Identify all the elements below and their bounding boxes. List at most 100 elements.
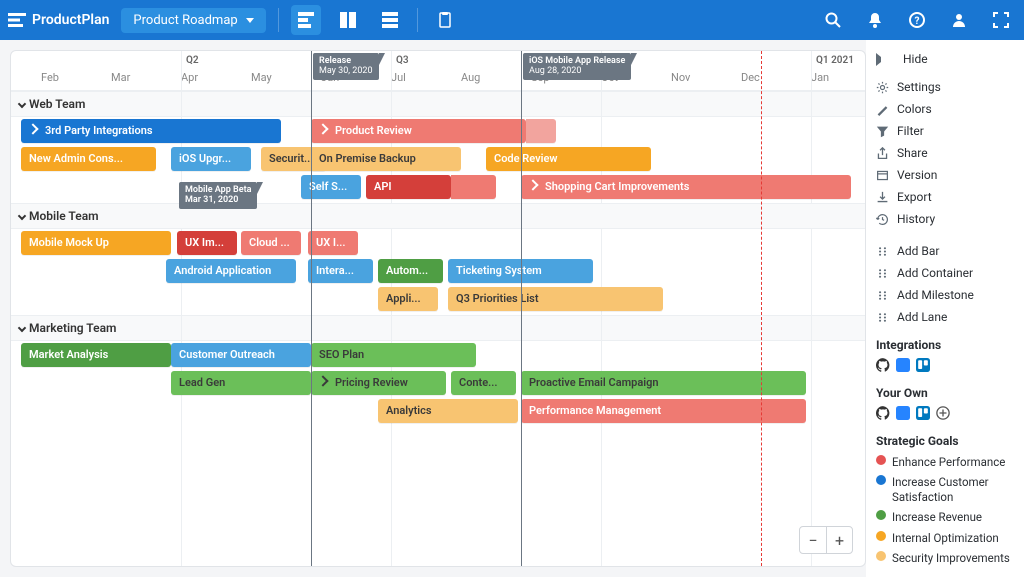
bar-label: iOS Upgr... bbox=[179, 152, 231, 165]
roadmap-bar[interactable]: Intera... bbox=[308, 259, 373, 283]
goal-label: Security Improvements bbox=[892, 551, 1010, 565]
today-line bbox=[761, 51, 762, 566]
milestone-flag[interactable]: Mobile App BetaMar 31, 2020 bbox=[179, 182, 257, 209]
roadmap-bar[interactable]: UX Im... bbox=[177, 231, 237, 255]
roadmap-bar[interactable]: Analytics bbox=[378, 399, 518, 423]
lane-title: Web Team bbox=[29, 97, 85, 111]
lane-header-marketing[interactable]: Marketing Team bbox=[11, 315, 865, 341]
bar-label: Product Review bbox=[335, 124, 412, 137]
jira-icon[interactable] bbox=[896, 358, 910, 372]
month-label: Feb bbox=[41, 71, 59, 84]
github-icon[interactable] bbox=[876, 358, 890, 372]
bar-label: Appli... bbox=[386, 292, 421, 305]
roadmap-bar[interactable]: Cloud ... bbox=[241, 231, 301, 255]
lane-header-web[interactable]: Web Team bbox=[11, 91, 865, 117]
your-own-icons bbox=[876, 404, 1014, 424]
side-colors-row[interactable]: Colors bbox=[876, 98, 1014, 120]
side-filter-row[interactable]: Filter bbox=[876, 120, 1014, 142]
caret-right-icon bbox=[876, 53, 889, 66]
side-version-row[interactable]: Version bbox=[876, 164, 1014, 186]
roadmap-bar[interactable]: 3rd Party Integrations bbox=[21, 119, 281, 143]
roadmap-bar[interactable]: Autom... bbox=[378, 259, 443, 283]
view-board-button[interactable] bbox=[333, 5, 363, 35]
add-integration-icon[interactable] bbox=[936, 406, 950, 420]
side-item-label: Add Bar bbox=[897, 244, 939, 258]
roadmap-bar[interactable]: Self S... bbox=[301, 175, 361, 199]
view-timeline-button[interactable] bbox=[291, 5, 321, 35]
side-add-bar-row[interactable]: Add Bar bbox=[876, 240, 1014, 262]
roadmap-bar-tail[interactable] bbox=[451, 175, 496, 199]
milestone-flag[interactable]: iOS Mobile App ReleaseAug 28, 2020 bbox=[523, 53, 631, 80]
trello-icon[interactable] bbox=[916, 406, 930, 420]
bar-label: Autom... bbox=[386, 264, 428, 277]
clipboard-button[interactable] bbox=[430, 5, 460, 35]
brand-text: ProductPlan bbox=[32, 12, 109, 28]
side-add-milestone-row[interactable]: Add Milestone bbox=[876, 284, 1014, 306]
roadmap-bar[interactable]: iOS Upgr... bbox=[171, 147, 251, 171]
side-settings-row[interactable]: Settings bbox=[876, 76, 1014, 98]
milestone-flag[interactable]: ReleaseMay 30, 2020 bbox=[313, 53, 379, 80]
goal-row[interactable]: Security Improvements bbox=[876, 548, 1014, 568]
roadmap-bar[interactable]: Mobile Mock Up bbox=[21, 231, 171, 255]
side-share-row[interactable]: Share bbox=[876, 142, 1014, 164]
jira-icon[interactable] bbox=[896, 406, 910, 420]
zoom-in-button[interactable]: + bbox=[826, 527, 852, 553]
roadmap-bar[interactable]: Customer Outreach bbox=[171, 343, 311, 367]
bar-label: Analytics bbox=[386, 404, 432, 417]
help-button[interactable]: ? bbox=[902, 5, 932, 35]
roadmap-bar[interactable]: Appli... bbox=[378, 287, 438, 311]
legend-dot-icon bbox=[876, 531, 886, 541]
brand[interactable]: ProductPlan bbox=[8, 12, 109, 28]
roadmap-bar[interactable]: Market Analysis bbox=[21, 343, 171, 367]
roadmap-bar[interactable]: Lead Gen bbox=[171, 371, 311, 395]
side-item-label: Add Lane bbox=[897, 310, 947, 324]
roadmap-bar[interactable]: Conte... bbox=[451, 371, 516, 395]
side-export-row[interactable]: Export bbox=[876, 186, 1014, 208]
roadmap-bar[interactable]: Performance Management bbox=[521, 399, 806, 423]
roadmap-board[interactable]: FebMarAprMayJunJulAugSepOctNovDecJanQ2Q3… bbox=[10, 50, 866, 567]
lane-header-mobile[interactable]: Mobile TeamMobile App BetaMar 31, 2020 bbox=[11, 203, 865, 229]
roadmap-bar[interactable]: Q3 Priorities List bbox=[448, 287, 663, 311]
goal-row[interactable]: Increase Customer Satisfaction bbox=[876, 472, 1014, 507]
github-icon[interactable] bbox=[876, 406, 890, 420]
side-add-lane-row[interactable]: Add Lane bbox=[876, 306, 1014, 328]
roadmap-bar[interactable]: Proactive Email Campaign bbox=[521, 371, 806, 395]
roadmap-bar[interactable]: On Premise Backup bbox=[311, 147, 461, 171]
trello-icon[interactable] bbox=[916, 358, 930, 372]
roadmap-bar[interactable]: API bbox=[366, 175, 451, 199]
roadmap-bar[interactable]: Pricing Review bbox=[311, 371, 446, 395]
roadmap-bar[interactable]: Code Review bbox=[486, 147, 651, 171]
bar-label: Market Analysis bbox=[29, 348, 108, 361]
account-button[interactable] bbox=[944, 5, 974, 35]
strategic-goals-header: Strategic Goals bbox=[876, 434, 1014, 448]
roadmap-bar[interactable]: Android Application bbox=[166, 259, 296, 283]
search-button[interactable] bbox=[818, 5, 848, 35]
side-history-row[interactable]: History bbox=[876, 208, 1014, 230]
goal-row[interactable]: Enhance Performance bbox=[876, 452, 1014, 472]
topbar: ProductPlan Product Roadmap ? bbox=[0, 0, 1024, 40]
hide-panel-row[interactable]: Hide bbox=[876, 48, 1014, 70]
colors-icon bbox=[876, 103, 889, 116]
chevron-down-icon bbox=[18, 324, 26, 332]
plan-selector[interactable]: Product Roadmap bbox=[121, 8, 265, 33]
quarter-label: Q3 bbox=[391, 55, 409, 87]
goal-row[interactable]: Increase Revenue bbox=[876, 507, 1014, 527]
side-add-container-row[interactable]: Add Container bbox=[876, 262, 1014, 284]
roadmap-bar[interactable]: UX I... bbox=[308, 231, 358, 255]
view-table-button[interactable] bbox=[375, 5, 405, 35]
notifications-button[interactable] bbox=[860, 5, 890, 35]
roadmap-bar-tail[interactable] bbox=[526, 119, 556, 143]
fullscreen-button[interactable] bbox=[986, 5, 1016, 35]
goal-row[interactable]: Internal Optimization bbox=[876, 528, 1014, 548]
zoom-out-button[interactable]: − bbox=[800, 527, 826, 553]
roadmap-bar[interactable]: SEO Plan bbox=[311, 343, 476, 367]
roadmap-bar[interactable]: Product Review bbox=[311, 119, 526, 143]
export-icon bbox=[876, 191, 889, 204]
integrations-icons bbox=[876, 356, 1014, 376]
month-label: Aug bbox=[461, 71, 480, 84]
roadmap-bar[interactable]: New Admin Cons... bbox=[21, 147, 156, 171]
brand-logo-icon bbox=[8, 13, 26, 27]
grip-icon bbox=[876, 267, 889, 280]
history-icon bbox=[876, 213, 889, 226]
roadmap-bar[interactable]: Shopping Cart Improvements bbox=[521, 175, 851, 199]
